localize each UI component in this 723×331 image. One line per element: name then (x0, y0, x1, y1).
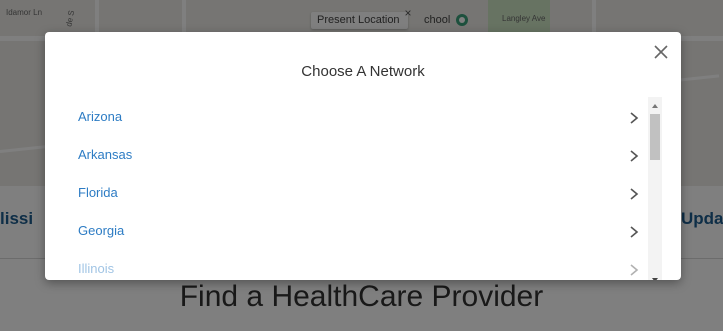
chevron-right-icon (630, 226, 639, 238)
chevron-right-icon (630, 150, 639, 162)
list-scrollbar[interactable] (648, 97, 662, 280)
chevron-right-icon (630, 112, 639, 124)
network-label: Illinois (78, 261, 115, 276)
network-list: Arizona Arkansas Florida Georgia Illinoi… (45, 97, 645, 280)
list-item-georgia[interactable]: Georgia (45, 211, 645, 249)
network-label: Arkansas (78, 147, 133, 162)
network-label: Georgia (78, 223, 125, 238)
close-icon[interactable] (653, 44, 669, 60)
list-item-arizona[interactable]: Arizona (45, 97, 645, 135)
network-label: Florida (78, 185, 118, 200)
network-label: Arizona (78, 109, 123, 124)
scroll-thumb[interactable] (650, 114, 660, 160)
list-item-florida[interactable]: Florida (45, 173, 645, 211)
page: Idamor Ln de S Langley Ave Present Locat… (0, 0, 723, 331)
chevron-right-icon (630, 188, 639, 200)
network-modal: Choose A Network Arizona Arkansas Florid… (45, 32, 681, 280)
list-item-illinois[interactable]: Illinois (45, 249, 645, 280)
scroll-down-arrow-icon[interactable] (648, 273, 662, 280)
scroll-up-arrow-icon[interactable] (648, 99, 662, 113)
modal-title: Choose A Network (301, 63, 425, 80)
chevron-right-icon (630, 264, 639, 276)
list-item-arkansas[interactable]: Arkansas (45, 135, 645, 173)
